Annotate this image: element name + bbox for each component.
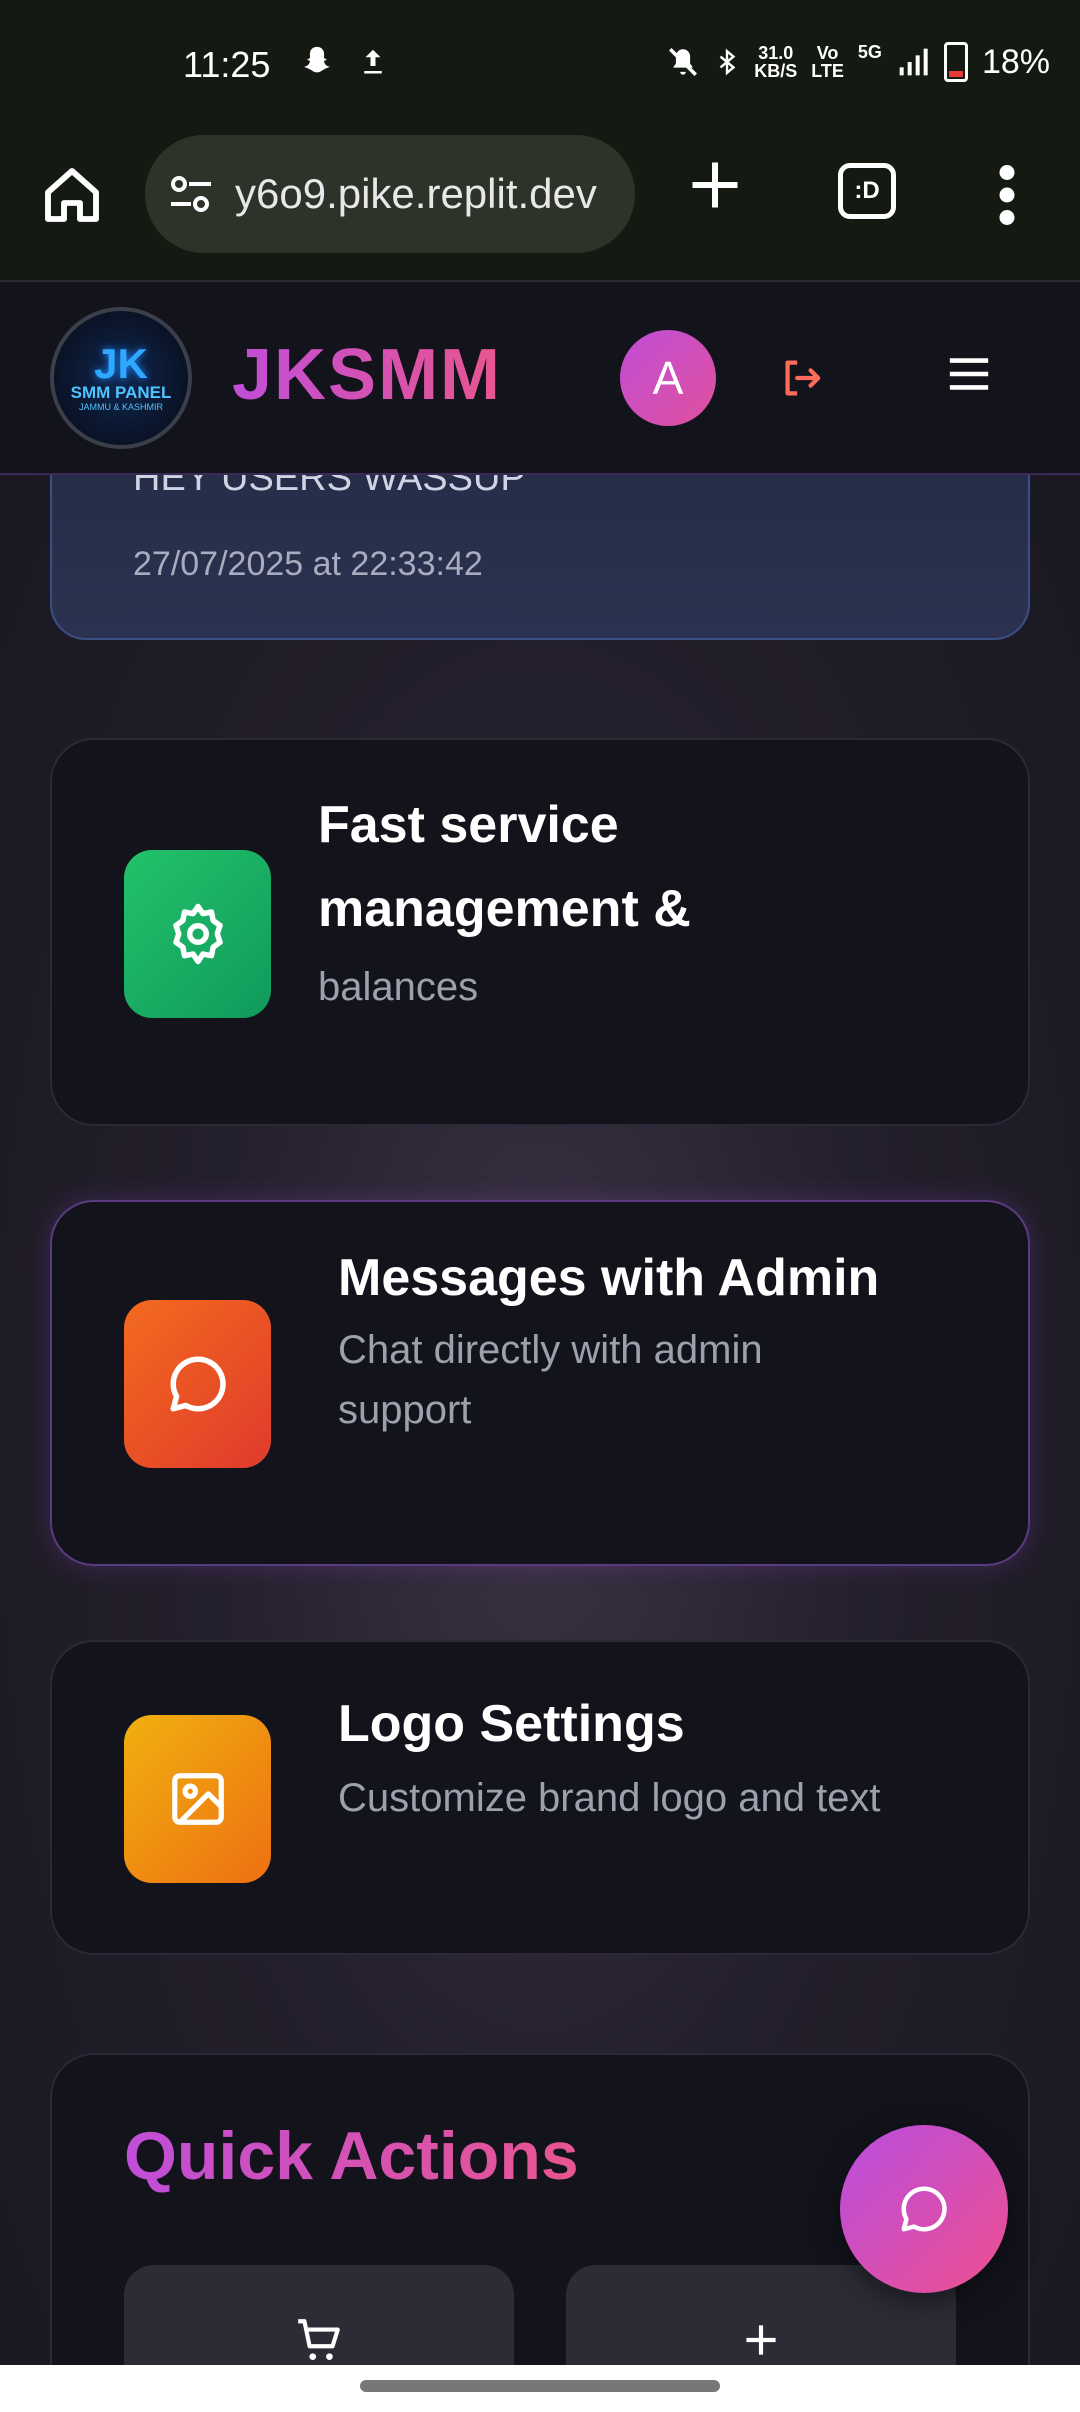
avatar[interactable]: A xyxy=(620,330,716,426)
signal-icon xyxy=(899,48,928,76)
network-type: 5G xyxy=(857,42,882,62)
status-time: 11:25 xyxy=(183,44,271,85)
status-right-icons: 31.0 KB/S Vo LTE 5G 18% xyxy=(666,42,1050,82)
snapchat-icon xyxy=(304,46,330,73)
card-title: Logo Settings xyxy=(338,1695,685,1753)
gear-icon xyxy=(172,903,223,965)
logout-icon[interactable] xyxy=(778,355,824,401)
hamburger-menu-icon[interactable] xyxy=(946,354,992,394)
status-left-icons xyxy=(300,44,388,78)
tab-switcher-button[interactable]: :D xyxy=(838,163,896,219)
browser-toolbar: y6o9.pike.replit.dev :D xyxy=(0,135,1080,280)
new-tab-icon[interactable] xyxy=(685,155,745,215)
logo-sub: JAMMU & KASHMIR xyxy=(78,402,163,412)
card-description: Customize brand logo and text xyxy=(338,1776,881,1820)
card-description: balances xyxy=(318,965,479,1009)
home-gesture-pill[interactable] xyxy=(360,2380,720,2392)
battery-percent: 18% xyxy=(981,42,1050,81)
chat-bubble-icon xyxy=(901,2186,947,2232)
app-header: JK SMM PANEL JAMMU & KASHMIR JKSMM A xyxy=(0,280,1080,475)
upload-icon xyxy=(364,49,382,74)
more-menu-icon[interactable] xyxy=(995,165,1019,225)
app-logo[interactable]: JK SMM PANEL JAMMU & KASHMIR xyxy=(50,307,192,449)
tab-switcher-label: :D xyxy=(854,177,880,204)
page-content: HEY USERS WASSUP 27/07/2025 at 22:33:42 … xyxy=(0,280,1080,2365)
bluetooth-icon xyxy=(719,48,736,76)
notice-timestamp: 27/07/2025 at 22:33:42 xyxy=(133,545,483,583)
logo-smm: SMM PANEL xyxy=(70,383,172,402)
quick-action-order-button[interactable] xyxy=(124,2265,514,2365)
service-management-card[interactable]: Fast service management & balances xyxy=(50,738,1030,1126)
settings-icon-box xyxy=(124,850,271,1018)
quick-actions-title: Quick Actions xyxy=(124,2118,579,2194)
brand-name: JKSMM xyxy=(232,335,503,415)
messages-icon-box xyxy=(124,1300,271,1468)
url-bar[interactable]: y6o9.pike.replit.dev xyxy=(145,135,635,253)
card-description-line2: support xyxy=(338,1388,472,1432)
gesture-nav-bar xyxy=(0,2365,1080,2412)
net-speed: 31.0 KB/S xyxy=(754,43,798,81)
status-bar: 11:25 31.0 KB/S Vo LTE 5G 18% xyxy=(0,0,1080,135)
battery-icon xyxy=(943,42,968,82)
messages-admin-card[interactable]: Messages with Admin Chat directly with a… xyxy=(50,1200,1030,1566)
image-icon xyxy=(171,1773,224,1825)
mute-icon xyxy=(669,47,698,77)
logo-settings-card[interactable]: Logo Settings Customize brand logo and t… xyxy=(50,1640,1030,1955)
chat-icon xyxy=(170,1356,226,1412)
chat-fab-button[interactable] xyxy=(840,2125,1008,2293)
card-title-line1: Fast service xyxy=(318,796,619,854)
volte-indicator: Vo LTE xyxy=(811,43,844,81)
url-text: y6o9.pike.replit.dev xyxy=(235,170,597,217)
logo-jk: JK xyxy=(94,340,148,387)
cart-icon xyxy=(298,2319,340,2360)
card-title-line2: management & xyxy=(318,880,691,938)
card-description-line1: Chat directly with admin xyxy=(338,1328,763,1372)
home-icon[interactable] xyxy=(40,163,104,227)
card-title: Messages with Admin xyxy=(338,1249,880,1307)
plus-icon xyxy=(746,2325,776,2355)
site-settings-icon[interactable] xyxy=(167,174,215,214)
logo-settings-icon-box xyxy=(124,1715,271,1883)
